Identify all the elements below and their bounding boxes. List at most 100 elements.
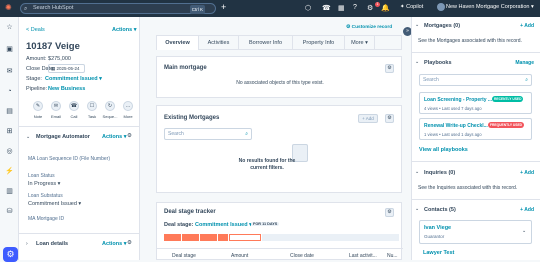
playbook-title[interactable]: Renewal Write-up Checkl... — [424, 123, 488, 129]
account-avatar[interactable] — [437, 3, 445, 11]
tab-borrower-info[interactable]: Borrower Info — [239, 36, 293, 50]
tab-activities[interactable]: Activities — [199, 36, 239, 50]
upgrade-icon[interactable]: ⬡ — [305, 4, 311, 12]
record-actions-menu[interactable]: Actions ▾ — [112, 27, 136, 33]
add-mortgage-button[interactable]: + Add — [358, 114, 378, 123]
hubspot-logo-icon[interactable]: ✺ — [5, 3, 12, 12]
contact-card[interactable]: Ivan Viege Guarantor ⌄ — [419, 220, 532, 244]
future-stages-segment[interactable] — [262, 234, 399, 241]
close-date-field[interactable]: ▦ 2025-05-24 — [48, 64, 85, 73]
playbook-card[interactable]: Loan Screening - Property ... RECENTLY U… — [419, 92, 532, 114]
associations-sidebar: ⌄ Mortgages (0) + Add See the Mortgages … — [411, 17, 540, 260]
column-header-close-date[interactable]: Close date — [290, 253, 314, 259]
phone-icon[interactable]: ☎ — [322, 4, 331, 12]
more-icon[interactable]: … — [123, 101, 133, 111]
add-contact-button[interactable]: + Add — [520, 207, 534, 213]
email-icon[interactable]: ✉ — [51, 101, 61, 111]
automation-icon[interactable]: ⚡ — [5, 167, 14, 176]
automator-actions-menu[interactable]: Actions ▾ — [102, 134, 126, 140]
notifications-icon[interactable]: 🔔 — [381, 4, 390, 12]
tab-more[interactable]: More ▾ — [345, 36, 375, 50]
gear-icon[interactable]: ⚙ — [385, 114, 394, 123]
help-icon[interactable]: ? — [353, 4, 357, 11]
deal-amount: Amount: $275,000 — [26, 56, 71, 62]
service-icon[interactable]: ◎ — [5, 147, 14, 156]
existing-mortgages-title: Existing Mortgages — [164, 115, 220, 121]
chevron-down-icon[interactable]: ⌄ — [26, 134, 30, 140]
existing-mortgages-search-input[interactable]: Search ⌕ — [164, 128, 252, 140]
data-icon[interactable]: ⛁ — [5, 207, 14, 216]
chevron-right-icon[interactable]: › — [26, 241, 28, 247]
stage-segment[interactable] — [182, 234, 199, 241]
mortgage-automator-section-title[interactable]: Mortgage Automator — [36, 134, 90, 140]
settings-icon[interactable]: ⚙ — [367, 4, 373, 12]
column-header-deal-stage[interactable]: Deal stage — [172, 253, 196, 259]
top-navigation-bar: ✺ ⌕ Search HubSpot Ctrl K + ⬡ ☎ ▦ ? ⚙ 🔔 … — [0, 0, 540, 17]
account-menu[interactable]: New Haven Mortgage Corporation ▾ — [446, 4, 534, 10]
stage-segment[interactable] — [218, 234, 228, 241]
stage-dropdown[interactable]: Commitment Issued ▾ — [45, 76, 102, 82]
gear-icon[interactable]: ⚙ — [385, 208, 394, 217]
chevron-down-icon[interactable]: ⌄ — [415, 59, 419, 65]
bookmark-icon[interactable]: ☆ — [5, 23, 14, 32]
chevron-down-icon[interactable]: ⌄ — [522, 228, 526, 234]
sales-icon[interactable]: ⊞ — [5, 127, 14, 136]
existing-mortgages-card: Existing Mortgages + Add ⚙ Search ⌕ No r… — [156, 105, 402, 193]
left-sidebar-nav: ☆ ▣ ✉ ◔ ▤ ⊞ ◎ ⚡ ▥ ⛁ ⚙ — [0, 17, 19, 262]
gear-icon[interactable]: ⚙ — [127, 133, 132, 139]
column-header-number[interactable]: Nu... — [387, 253, 398, 259]
inbox-icon[interactable]: ✉ — [5, 67, 14, 76]
back-to-deals-link[interactable]: < Deals — [26, 27, 45, 33]
add-mortgage-association-button[interactable]: + Add — [520, 23, 534, 29]
search-icon: ⌕ — [24, 6, 28, 12]
mortgages-section-title[interactable]: Mortgages (0) — [424, 23, 460, 29]
playbook-card[interactable]: Renewal Write-up Checkl... FREQUENTLY US… — [419, 118, 532, 140]
view-all-playbooks-link[interactable]: View all playbooks — [419, 147, 468, 153]
loan-substatus-label: Loan Substatus — [28, 193, 63, 199]
loan-details-section-title[interactable]: Loan details — [36, 241, 68, 247]
inquiries-section-title[interactable]: Inquiries (0) — [424, 170, 455, 176]
chevron-down-icon[interactable]: ⌄ — [415, 206, 419, 212]
contacts-icon[interactable]: ▣ — [5, 45, 14, 54]
gear-icon[interactable]: ⚙ — [385, 64, 394, 73]
column-header-last-activity[interactable]: Last activit... — [349, 253, 377, 259]
global-search-input[interactable]: ⌕ Search HubSpot Ctrl K — [20, 3, 216, 14]
contacts-section-title[interactable]: Contacts (5) — [424, 207, 456, 213]
tab-overview[interactable]: Overview — [157, 36, 199, 50]
reporting-icon[interactable]: ▥ — [5, 187, 14, 196]
stage-segment[interactable] — [200, 234, 217, 241]
deal-stage-dropdown[interactable]: Commitment Issued ▾ — [195, 222, 252, 228]
playbooks-section-title[interactable]: Playbooks — [424, 60, 452, 66]
tab-property-info[interactable]: Property Info — [293, 36, 345, 50]
marketing-icon[interactable]: ◔ — [5, 87, 14, 96]
no-results-line-2: current filters. — [250, 165, 284, 171]
create-new-button[interactable]: + — [221, 2, 226, 12]
gear-icon[interactable]: ⚙ — [127, 240, 132, 246]
mortgages-empty-text: See the Mortgages associated with this r… — [418, 38, 522, 44]
customize-record-button[interactable]: ⚙ Customize record — [346, 25, 392, 30]
note-icon[interactable]: ✎ — [33, 101, 43, 111]
stage-segment[interactable] — [164, 234, 181, 241]
chevron-down-icon[interactable]: ⌄ — [415, 169, 419, 175]
company-name: New Haven Mortgage Corporation — [446, 4, 530, 10]
chevron-down-icon[interactable]: ⌄ — [415, 22, 419, 28]
task-icon[interactable]: ☐ — [87, 101, 97, 111]
marketplace-icon[interactable]: ▦ — [338, 4, 345, 12]
pipeline-value[interactable]: New Business — [48, 86, 85, 92]
playbooks-search-input[interactable]: Search ⌕ — [419, 74, 532, 86]
contact-name[interactable]: Lawyer Test — [423, 250, 454, 256]
current-stage-segment[interactable] — [229, 234, 261, 241]
manage-playbooks-link[interactable]: Manage — [515, 60, 534, 66]
sequence-icon[interactable]: ↻ — [105, 101, 115, 111]
loan-details-actions-menu[interactable]: Actions ▾ — [102, 241, 126, 247]
add-inquiry-button[interactable]: + Add — [520, 170, 534, 176]
loan-status-dropdown[interactable]: In Progress ▾ — [28, 181, 60, 187]
column-header-amount[interactable]: Amount — [231, 253, 248, 259]
contact-name[interactable]: Ivan Viege — [424, 225, 451, 231]
copilot-button[interactable]: ✦ Copilot — [400, 4, 423, 10]
playbook-title[interactable]: Loan Screening - Property ... — [424, 97, 492, 103]
call-icon[interactable]: ☎ — [69, 101, 79, 111]
content-icon[interactable]: ▤ — [5, 107, 14, 116]
loan-substatus-dropdown[interactable]: Commitment Issued ▾ — [28, 201, 81, 207]
divider — [19, 126, 140, 127]
